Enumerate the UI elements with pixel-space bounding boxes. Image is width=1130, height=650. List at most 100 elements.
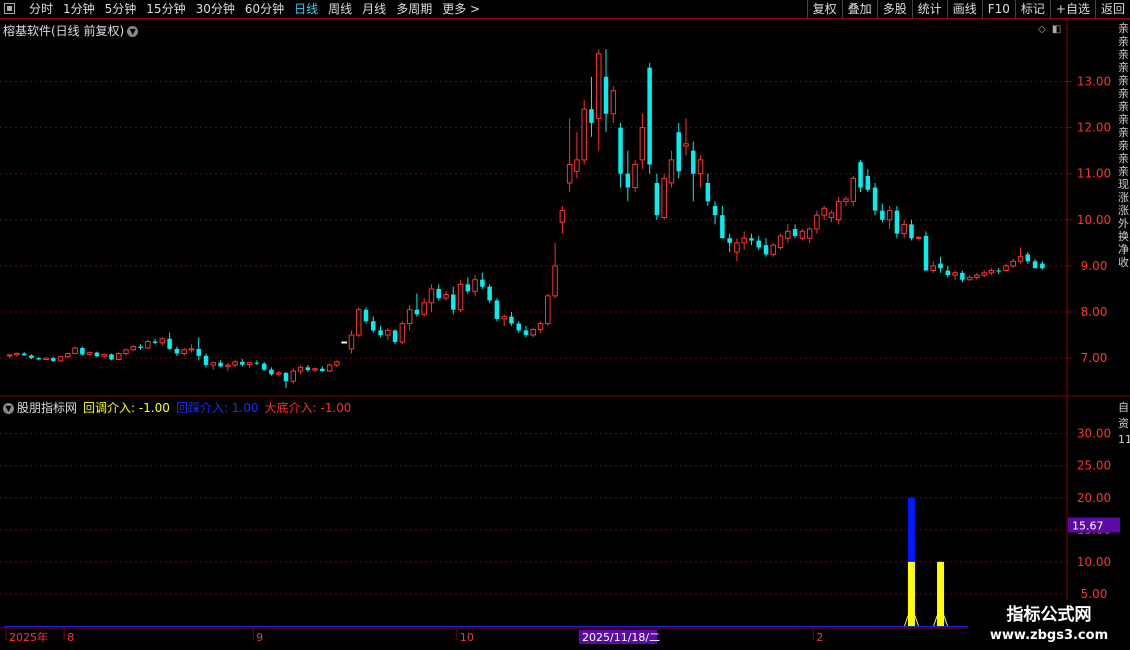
candle-body-up <box>312 368 318 371</box>
candle-body-up <box>988 270 995 274</box>
candle-body-down <box>283 372 289 382</box>
candle-body-down <box>858 162 863 188</box>
candle-body-down <box>516 323 521 331</box>
candle-body-up <box>130 346 137 351</box>
candle-body-down <box>691 150 696 174</box>
candle-body-up <box>981 272 987 276</box>
candle-body-up <box>777 235 784 248</box>
candle-body-up <box>115 353 122 361</box>
candle-body-down <box>36 358 41 360</box>
candle-body-down <box>80 347 85 355</box>
candle-body-up <box>537 323 544 331</box>
candle-body-up <box>639 127 646 161</box>
candle-body-up <box>734 242 740 253</box>
candle-body-up <box>232 361 238 366</box>
candle-body-up <box>574 159 580 172</box>
watermark-title: 指标公式网 <box>1006 605 1092 625</box>
candle-body-down <box>654 182 660 216</box>
candle-body-down <box>371 321 376 331</box>
indicator-tick-label: 25.00 <box>1077 459 1111 473</box>
price-tick-label: 13.00 <box>1077 74 1111 88</box>
candle-body-up <box>595 53 602 119</box>
candle-body-up <box>683 143 689 147</box>
candle-body-down <box>676 132 681 172</box>
candle-body-up <box>806 228 813 239</box>
candle-body-up <box>850 177 857 202</box>
candle-body-down <box>305 367 311 371</box>
candle-body-up <box>559 210 566 223</box>
candle-body-down <box>647 67 652 165</box>
candle-body-up <box>632 163 638 189</box>
candle-body-up <box>770 244 777 255</box>
candle-body-down <box>727 238 732 243</box>
candle-body-down <box>720 215 725 239</box>
candle-body-down <box>51 358 56 361</box>
candle-body-down <box>712 205 718 216</box>
candle-body-up <box>952 272 958 276</box>
candle-body-down <box>261 363 267 370</box>
candle-body-down <box>480 279 485 287</box>
candle-body-down <box>218 362 223 367</box>
candle-body-down <box>29 355 34 359</box>
candle-body-up <box>443 293 449 299</box>
candle-body-up <box>101 353 107 357</box>
price-tick-label: 8.00 <box>1081 305 1108 319</box>
candle-body-down <box>378 330 383 336</box>
candle-body-down <box>138 346 143 348</box>
time-tick-label: 2 <box>816 631 823 644</box>
candle-body-up <box>348 334 355 350</box>
candle-body-up <box>1003 265 1009 272</box>
candle-body-down <box>749 238 754 241</box>
candle-body-down <box>167 338 172 349</box>
watermark-url: www.zbgs3.com <box>989 628 1109 643</box>
price-tick-label: 9.00 <box>1081 259 1108 273</box>
time-tick-label: 8 <box>67 631 74 644</box>
candle-body-up <box>297 366 304 372</box>
candle-body-down <box>872 187 878 211</box>
chart-canvas[interactable]: 13.0012.0011.0010.009.008.007.0030.0025.… <box>0 0 1130 650</box>
candle-body-up <box>1010 260 1017 267</box>
candle-body-up <box>566 163 573 184</box>
candle-body-up <box>399 323 406 343</box>
candle-body-up <box>275 372 282 375</box>
candle-body-up <box>210 362 217 366</box>
candle-body-up <box>123 349 129 355</box>
indicator-tick-label: 10.00 <box>1077 555 1111 569</box>
candle-body-up <box>86 352 93 355</box>
candle-body-up <box>326 364 333 372</box>
candle-body-up <box>72 347 78 355</box>
candle-body-up <box>457 283 464 311</box>
candle-body-up <box>1017 256 1024 262</box>
candle-body-up <box>814 214 820 230</box>
candle-body-up <box>472 279 478 292</box>
candle-body-up <box>835 200 842 221</box>
candle-body-down <box>865 176 871 190</box>
candle-body-down <box>618 127 623 174</box>
time-tick-label: 9 <box>256 631 263 644</box>
candle-body-down <box>494 300 500 319</box>
candle-body-up <box>799 230 806 239</box>
candle-body-up <box>355 309 362 336</box>
candle-body-up <box>886 210 893 221</box>
watermark: 指标公式网 www.zbgs3.com <box>968 600 1130 650</box>
candle-body-up <box>661 177 667 219</box>
time-tick-label: 10 <box>460 631 474 644</box>
candle-body-up <box>181 349 187 355</box>
candle-body-down <box>625 173 631 188</box>
candle-body-up <box>930 265 937 272</box>
candle-body-down <box>705 182 711 202</box>
candle-body-down <box>174 348 180 354</box>
candle-body-down <box>109 354 114 360</box>
candle-body-down <box>196 348 201 356</box>
price-tick-label: 12.00 <box>1077 121 1111 135</box>
candle-body-down <box>945 270 951 276</box>
candle-body-up <box>545 295 551 325</box>
indicator-value-text: 15.67 <box>1072 520 1104 533</box>
candle-body-down <box>21 353 27 356</box>
candle-body-down <box>938 263 943 269</box>
candle-body-up <box>581 108 587 161</box>
candle-body-down <box>240 361 245 365</box>
candle-body-down <box>792 229 798 236</box>
candle-body-down <box>203 355 209 366</box>
candle-body-down <box>1025 254 1031 262</box>
